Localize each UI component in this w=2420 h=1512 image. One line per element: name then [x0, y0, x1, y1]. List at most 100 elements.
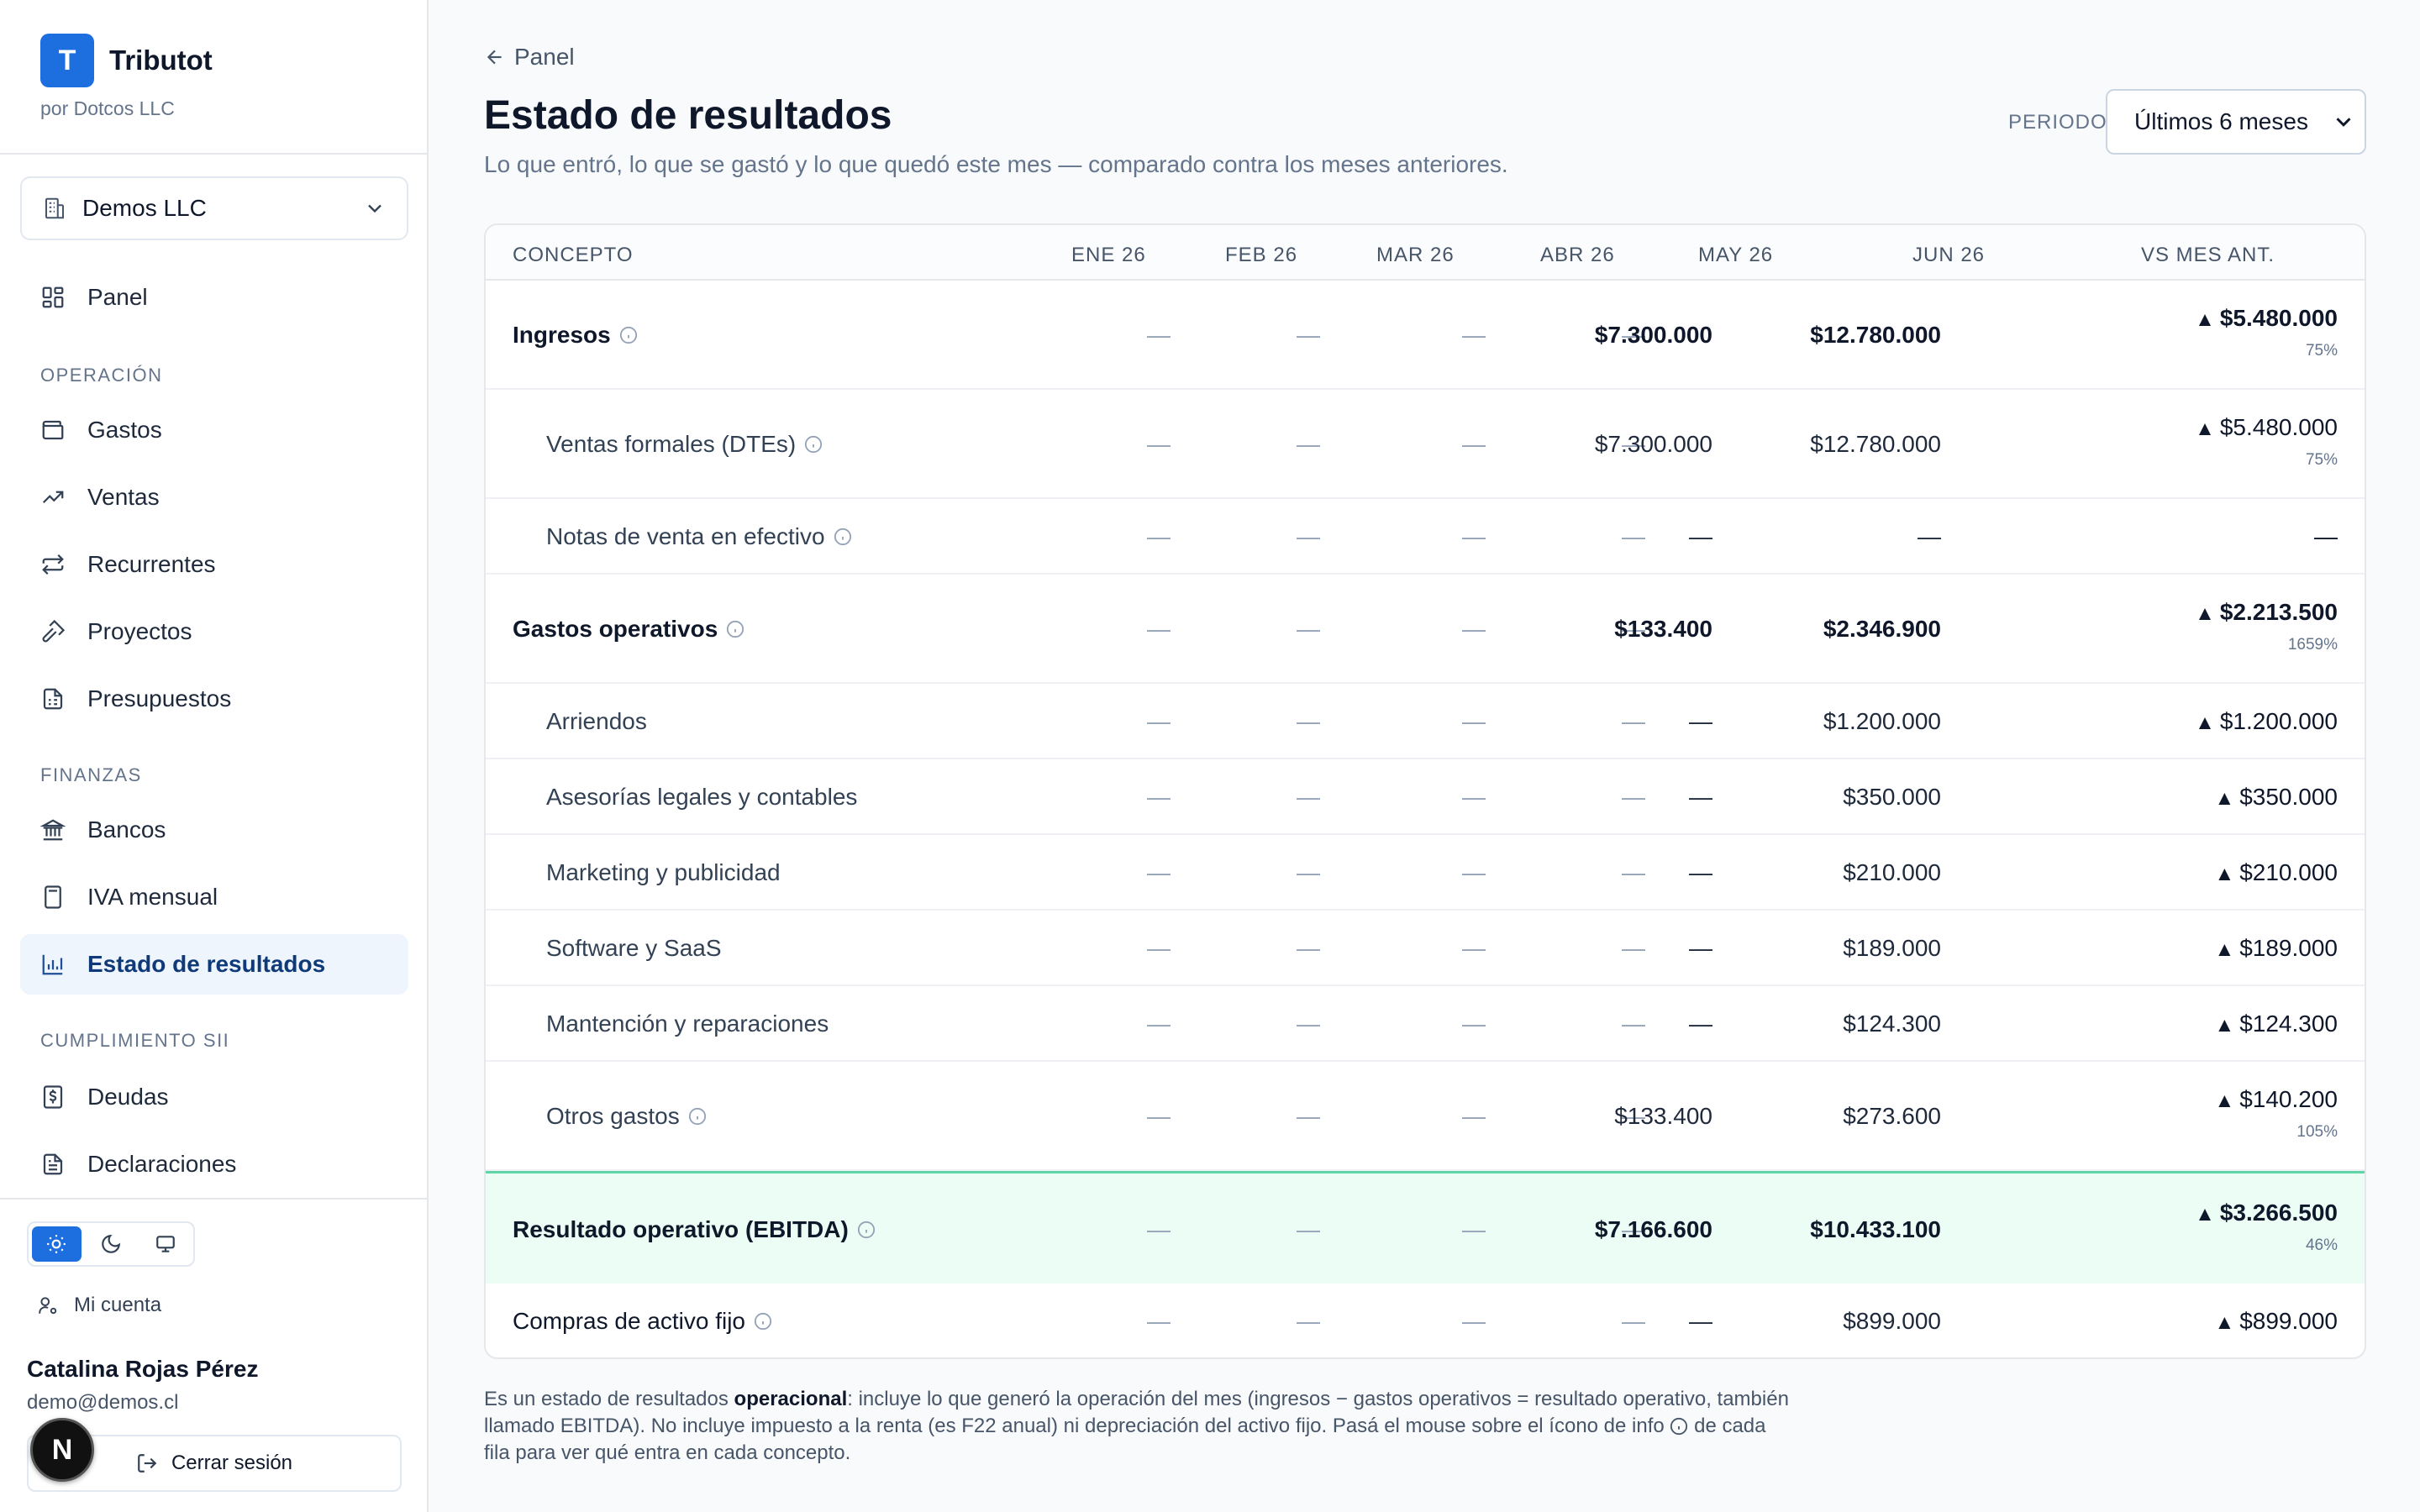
sidebar-item-presupuestos[interactable]: Presupuestos: [20, 669, 408, 729]
delta-cell: ▲ $5.480.000: [2195, 414, 2338, 441]
sidebar-item-panel[interactable]: Panel: [20, 267, 408, 328]
empty-cell: —: [1622, 859, 1645, 885]
empty-cell: —: [1622, 784, 1645, 810]
empty-cell: —: [1147, 1216, 1171, 1242]
delta-percent: 75%: [2305, 451, 2338, 469]
sun-icon: [47, 1235, 66, 1253]
hammer-icon: [42, 619, 66, 643]
table-row: Asesorías legales y contables — — — — — $350.0…: [486, 759, 2365, 835]
brand[interactable]: T Tributot: [40, 34, 213, 87]
row-label: Gastos operativos: [513, 616, 744, 643]
delta-percent: 75%: [2305, 342, 2338, 360]
table-row: Ventas formales (DTEs) — — — — $7.300.000 $12.…: [486, 390, 2365, 499]
layout-grid-icon: [42, 286, 64, 308]
empty-cell: —: [1622, 1308, 1645, 1334]
my-account-link[interactable]: Mi cuenta: [37, 1294, 161, 1317]
delta-value: $140.200: [2239, 1086, 2338, 1112]
sidebar-item-gastos[interactable]: Gastos: [20, 400, 408, 460]
sidebar-item-bancos[interactable]: Bancos: [20, 800, 408, 860]
logout-label: Cerrar sesión: [171, 1452, 293, 1474]
value-cell-jun: $12.780.000: [1810, 431, 1941, 457]
user-email: demo@demos.cl: [27, 1391, 179, 1414]
empty-cell: —: [1297, 322, 1320, 348]
value-cell-may: —: [1689, 523, 1712, 549]
theme-dark-button[interactable]: [87, 1226, 136, 1262]
up-triangle-icon: ▲: [2214, 863, 2235, 885]
income-statement-table: CONCEPTO ENE 26 FEB 26 MAR 26 ABR 26 MAY…: [484, 223, 2366, 1359]
empty-cell: —: [1297, 1216, 1320, 1242]
delta-cell: ▲ $140.200: [2214, 1086, 2338, 1113]
sidebar-item-iva[interactable]: IVA mensual: [20, 867, 408, 927]
up-triangle-icon: ▲: [2214, 1311, 2235, 1334]
sidebar-item-estado-de-resultados[interactable]: Estado de resultados: [20, 934, 408, 995]
delta-cell: ▲ $2.213.500: [2195, 599, 2338, 626]
table-row: Software y SaaS — — — — — $189.000 ▲ $189.000: [486, 911, 2365, 986]
table-row: Resultado operativo (EBITDA) — — — — $7.166.6…: [486, 1171, 2365, 1284]
empty-cell: —: [1622, 523, 1645, 549]
column-header: MAY 26: [1698, 244, 1774, 266]
up-triangle-icon: ▲: [2195, 308, 2215, 331]
delta-value: $5.480.000: [2219, 305, 2338, 331]
delta-value: $350.000: [2239, 784, 2338, 810]
empty-cell: —: [1297, 431, 1320, 457]
info-icon[interactable]: [619, 326, 638, 344]
monitor-icon: [155, 1236, 175, 1252]
empty-cell: —: [1462, 935, 1486, 961]
delta-percent: 46%: [2305, 1236, 2338, 1254]
sidebar-item-recurrentes[interactable]: Recurrentes: [20, 534, 408, 595]
sidebar-item-declaraciones[interactable]: Declaraciones: [20, 1134, 408, 1194]
theme-light-button[interactable]: [32, 1226, 82, 1262]
info-icon[interactable]: [834, 528, 852, 546]
value-cell-jun: $124.300: [1843, 1011, 1941, 1037]
value-cell-may: —: [1689, 708, 1712, 734]
value-cell-jun: $210.000: [1843, 859, 1941, 885]
column-header: MAR 26: [1376, 244, 1455, 266]
info-icon[interactable]: [754, 1312, 772, 1331]
page-title: Estado de resultados: [484, 93, 892, 138]
empty-cell: —: [1462, 708, 1486, 734]
row-label-text: Marketing y publicidad: [546, 859, 781, 885]
period-select[interactable]: Últimos 6 meses: [2106, 89, 2366, 155]
sidebar-item-label: Recurrentes: [87, 551, 216, 577]
dev-badge[interactable]: N: [30, 1418, 94, 1482]
empty-cell: —: [1147, 784, 1171, 810]
empty-cell: —: [1462, 784, 1486, 810]
empty-cell: —: [1462, 1011, 1486, 1037]
delta-value: $899.000: [2239, 1308, 2338, 1334]
empty-cell: —: [1297, 859, 1320, 885]
sidebar-item-deudas[interactable]: Deudas: [20, 1067, 408, 1127]
table-row: Compras de activo fijo — — — — — $899.000 ▲ $899…: [486, 1284, 2365, 1357]
info-icon[interactable]: [688, 1107, 707, 1126]
sidebar: T Tributot por Dotcos LLC Demos LLC Pane…: [0, 0, 429, 1512]
value-cell-may: —: [1689, 859, 1712, 885]
info-icon[interactable]: [804, 435, 823, 454]
up-triangle-icon: ▲: [2195, 711, 2215, 734]
empty-cell: —: [1147, 322, 1171, 348]
row-label: Compras de activo fijo: [513, 1308, 772, 1335]
info-icon[interactable]: [726, 620, 744, 638]
empty-cell: —: [1622, 708, 1645, 734]
building-icon: [45, 197, 64, 219]
row-label-text: Software y SaaS: [546, 935, 722, 961]
row-label-text: Arriendos: [546, 708, 647, 734]
row-label-text: Resultado operativo (EBITDA): [513, 1216, 849, 1242]
empty-cell: —: [1462, 1308, 1486, 1334]
value-cell-may: $133.400: [1614, 1103, 1712, 1129]
footnote-text: Es un estado de resultados: [484, 1388, 734, 1410]
empty-cell: —: [1147, 616, 1171, 642]
up-triangle-icon: ▲: [2214, 1089, 2235, 1112]
row-label-text: Compras de activo fijo: [513, 1308, 746, 1334]
sidebar-item-ventas[interactable]: Ventas: [20, 467, 408, 528]
empty-cell: —: [1462, 859, 1486, 885]
moon-icon: [102, 1234, 121, 1253]
row-label: Ingresos: [513, 322, 638, 349]
company-selector[interactable]: Demos LLC: [20, 176, 408, 240]
back-link[interactable]: Panel: [484, 44, 575, 71]
bar-chart-icon: [42, 954, 63, 975]
value-cell-may: —: [1689, 1011, 1712, 1037]
theme-system-button[interactable]: [140, 1226, 190, 1262]
info-icon[interactable]: [857, 1221, 876, 1239]
sidebar-item-proyectos[interactable]: Proyectos: [20, 601, 408, 662]
sidebar-item-label: Bancos: [87, 816, 166, 843]
wallet-icon: [42, 420, 64, 440]
